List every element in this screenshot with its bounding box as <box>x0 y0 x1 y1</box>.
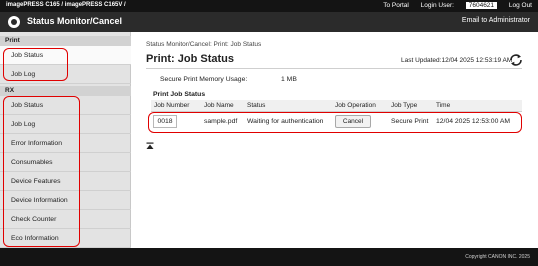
to-portal-link[interactable]: To Portal <box>383 2 409 9</box>
col-job-number: Job Number <box>154 102 190 109</box>
job-status: Waiting for authentication <box>247 118 324 125</box>
col-job-name: Job Name <box>204 102 234 109</box>
logout-link[interactable]: Log Out <box>509 2 532 9</box>
sidebar-item-device-information[interactable]: Device Information <box>0 191 131 210</box>
memory-usage-value: 1 MB <box>281 76 297 83</box>
job-type: Secure Print <box>391 118 429 125</box>
page-title: Print: Job Status <box>146 53 235 65</box>
top-links: To Portal Login User: 7604621 Log Out <box>373 2 532 9</box>
email-admin-link[interactable]: Email to Administrator <box>462 17 530 24</box>
memory-usage-label: Secure Print Memory Usage: <box>160 76 248 83</box>
title-divider <box>146 68 522 69</box>
col-job-type: Job Type <box>391 102 418 109</box>
sidebar-item-rx-job-status[interactable]: Job Status <box>0 96 131 115</box>
main-content: Status Monitor/Cancel: Print: Job Status… <box>132 32 538 248</box>
col-status: Status <box>247 102 266 109</box>
canon-logo-icon <box>8 16 20 28</box>
login-user-value: 7604621 <box>465 2 498 9</box>
breadcrumb: Status Monitor/Cancel: Print: Job Status <box>146 41 262 48</box>
login-user-label: Login User: <box>420 2 454 9</box>
top-bar: imagePRESS C165 / imagePRESS C165V / To … <box>0 0 538 12</box>
sidebar-heading-rx: RX <box>0 86 131 96</box>
job-name: sample.pdf <box>204 118 238 125</box>
sidebar-item-print-job-log[interactable]: Job Log <box>0 65 131 84</box>
last-updated: Last Updated:12/04 2025 12:53:19 AM <box>401 57 513 64</box>
sidebar-item-device-features[interactable]: Device Features <box>0 172 131 191</box>
app-title: Status Monitor/Cancel <box>27 16 123 26</box>
refresh-icon[interactable] <box>509 54 523 66</box>
sidebar-heading-print: Print <box>0 36 131 46</box>
sidebar-item-rx-job-log[interactable]: Job Log <box>0 115 131 134</box>
device-name: imagePRESS C165 / imagePRESS C165V / <box>6 2 126 8</box>
sidebar-item-eco-information[interactable]: Eco Information <box>0 229 131 248</box>
app-header: Status Monitor/Cancel Email to Administr… <box>0 12 538 32</box>
sidebar-item-check-counter[interactable]: Check Counter <box>0 210 131 229</box>
footer: Copyright CANON INC. 2025 <box>0 248 538 266</box>
col-time: Time <box>436 102 451 109</box>
copyright: Copyright CANON INC. 2025 <box>465 254 530 260</box>
job-time: 12/04 2025 12:53:00 AM <box>436 118 511 125</box>
sidebar: Print Job Status Job Log RX Job Status J… <box>0 32 131 248</box>
job-number-link[interactable]: 0018 <box>153 115 177 128</box>
col-job-operation: Job Operation <box>335 102 376 109</box>
sidebar-item-error-information[interactable]: Error Information <box>0 134 131 153</box>
sidebar-item-consumables[interactable]: Consumables <box>0 153 131 172</box>
section-title: Print Job Status <box>153 91 206 98</box>
sidebar-item-print-job-status[interactable]: Job Status <box>0 46 131 65</box>
cancel-button[interactable]: Cancel <box>335 115 371 128</box>
page-top-icon[interactable] <box>146 142 154 150</box>
